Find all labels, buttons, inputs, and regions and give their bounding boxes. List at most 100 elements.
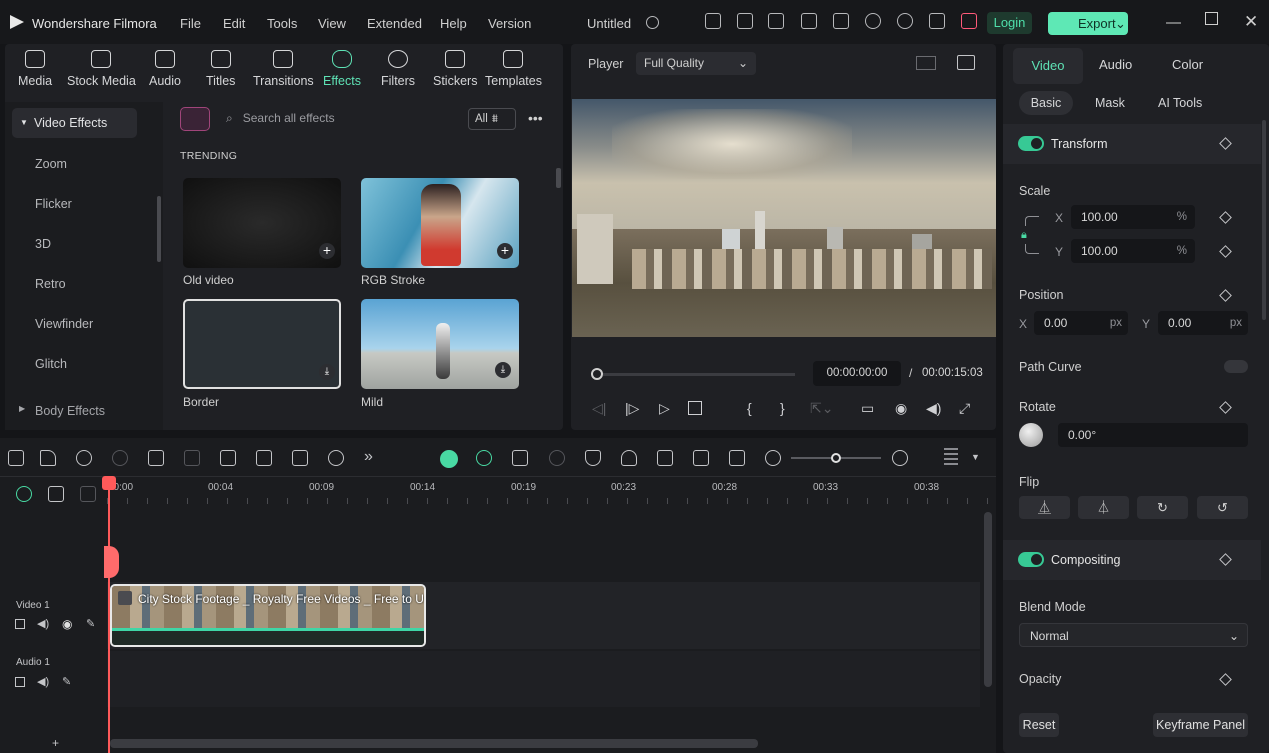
camera-icon[interactable]: ◉ <box>895 400 907 417</box>
export-button[interactable]: Export ⌄ <box>1048 12 1128 35</box>
effect-rgb-stroke[interactable]: + <box>361 178 519 268</box>
shape-icon[interactable] <box>292 450 308 466</box>
login-button[interactable]: Login <box>987 12 1032 34</box>
track-lock-icon[interactable] <box>15 619 25 629</box>
scale-x-field[interactable]: 100.00% <box>1071 205 1195 229</box>
effect-border[interactable]: ⤓ <box>183 299 341 389</box>
category-video-effects[interactable]: ▼ Video Effects <box>12 108 137 138</box>
video-clip[interactable]: City Stock Footage _ Royalty Free Videos… <box>110 584 426 647</box>
apps-icon[interactable] <box>929 13 945 29</box>
transform-toggle[interactable] <box>1018 136 1044 151</box>
keyframe-diamond-icon[interactable] <box>1219 245 1232 258</box>
layout-grid-icon[interactable] <box>8 450 24 466</box>
track-effect-icon[interactable]: ✎ <box>62 675 71 688</box>
keyframe-diamond-icon[interactable] <box>1219 211 1232 224</box>
zoom-out-icon[interactable] <box>765 450 781 466</box>
text-icon[interactable] <box>256 450 272 466</box>
keyframe-diamond-icon[interactable] <box>1219 401 1232 414</box>
play-icon[interactable]: ▷ <box>659 400 670 417</box>
tab-media[interactable]: Media <box>18 50 52 88</box>
mark-in-icon[interactable]: { <box>747 400 752 416</box>
tab-templates[interactable]: Templates <box>485 50 542 88</box>
zoom-in-icon[interactable] <box>892 450 908 466</box>
send-icon[interactable] <box>737 13 753 29</box>
keyframe-diamond-icon[interactable] <box>1219 289 1232 302</box>
menu-help[interactable]: Help <box>440 16 467 31</box>
quality-dropdown[interactable]: Full Quality ⌄ <box>636 52 756 75</box>
subtab-ai-tools[interactable]: AI Tools <box>1158 96 1202 110</box>
download-icon[interactable]: ⤓ <box>319 364 335 380</box>
tab-titles[interactable]: Titles <box>206 50 235 88</box>
snapshot-icon[interactable] <box>957 55 975 70</box>
rotate-clockwise-button[interactable]: ↻ <box>1137 496 1188 519</box>
save-icon[interactable] <box>833 13 849 29</box>
subtab-basic[interactable]: Basic <box>1019 91 1073 115</box>
track-volume-icon[interactable]: ◀) <box>37 675 49 688</box>
flip-horizontal-button[interactable]: ⏅ <box>1019 496 1070 519</box>
tab-effects[interactable]: Effects <box>323 50 361 88</box>
preview-video[interactable] <box>572 99 996 337</box>
undo-icon[interactable] <box>76 450 92 466</box>
download-icon[interactable]: ⤓ <box>495 362 511 378</box>
keyframe-diamond-icon[interactable] <box>1219 673 1232 686</box>
tab-stickers[interactable]: Stickers <box>433 50 477 88</box>
step-forward-icon[interactable]: |▷ <box>625 400 639 417</box>
compositing-toggle[interactable] <box>1018 552 1044 567</box>
category-flicker[interactable]: Flicker <box>35 197 72 211</box>
color-match-icon[interactable] <box>328 450 344 466</box>
insert-icon[interactable]: ⇱⌄ <box>810 400 833 417</box>
inspector-scrollbar[interactable] <box>1262 120 1266 320</box>
minimize-icon[interactable]: — <box>1166 14 1181 31</box>
menu-view[interactable]: View <box>318 16 346 31</box>
audio-track-lane[interactable] <box>107 651 980 707</box>
caret-down-icon[interactable]: ▼ <box>971 452 980 462</box>
timeline-ruler[interactable]: 00:00 00:04 00:09 00:14 00:19 00:23 00:2… <box>107 478 996 508</box>
playhead[interactable] <box>108 480 110 753</box>
close-icon[interactable]: ✕ <box>1244 12 1258 32</box>
track-volume-icon[interactable]: ◀) <box>37 617 49 630</box>
cart-icon[interactable] <box>961 13 977 29</box>
category-viewfinder[interactable]: Viewfinder <box>35 317 93 331</box>
mark-out-icon[interactable]: } <box>780 400 785 416</box>
prev-frame-icon[interactable]: ◁| <box>592 400 606 417</box>
track-effect-icon[interactable]: ✎ <box>86 617 95 630</box>
speed-icon[interactable] <box>693 450 709 466</box>
reset-button[interactable]: Reset <box>1019 713 1059 737</box>
category-glitch[interactable]: Glitch <box>35 357 67 371</box>
menu-version[interactable]: Version <box>488 16 531 31</box>
crop-icon[interactable] <box>220 450 236 466</box>
gift-icon[interactable] <box>705 13 721 29</box>
category-body-effects[interactable]: ▶ Body Effects <box>19 404 105 418</box>
more-tools-icon[interactable]: » <box>364 448 373 466</box>
tab-video[interactable]: Video <box>1013 48 1083 84</box>
subtab-mask[interactable]: Mask <box>1095 96 1125 110</box>
menu-file[interactable]: File <box>180 16 201 31</box>
tab-stock-media[interactable]: Stock Media <box>67 50 136 88</box>
render-preview-icon[interactable] <box>549 450 565 466</box>
add-track-icon[interactable] <box>48 486 64 502</box>
keyframe-panel-button[interactable]: Keyframe Panel <box>1153 713 1248 737</box>
lock-icon[interactable]: 🔒︎ <box>1021 229 1027 242</box>
scrubber-handle[interactable] <box>591 368 603 380</box>
grid-view-icon[interactable] <box>916 56 936 70</box>
menu-edit[interactable]: Edit <box>223 16 245 31</box>
rotate-dial[interactable] <box>1019 423 1043 447</box>
delete-icon[interactable] <box>148 450 164 466</box>
tab-filters[interactable]: Filters <box>381 50 415 88</box>
more-options-icon[interactable]: ••• <box>528 110 543 126</box>
auto-enhance-icon[interactable] <box>512 450 528 466</box>
filter-dropdown[interactable]: All ⩩ <box>468 108 516 130</box>
volume-icon[interactable]: ◀) <box>926 400 941 417</box>
effects-scrollbar[interactable] <box>556 168 561 188</box>
playhead-marker[interactable] <box>104 546 119 578</box>
tab-audio-inspector[interactable]: Audio <box>1099 57 1132 72</box>
keyframe-diamond-icon[interactable] <box>1219 137 1232 150</box>
microphone-icon[interactable] <box>621 450 637 466</box>
store-icon[interactable] <box>180 107 210 131</box>
track-settings-icon[interactable] <box>944 448 958 468</box>
cloud-icon[interactable] <box>865 13 881 29</box>
add-icon[interactable]: + <box>319 243 335 259</box>
fit-icon[interactable] <box>729 450 745 466</box>
timeline-horizontal-scrollbar[interactable] <box>110 739 758 748</box>
category-scrollbar[interactable] <box>157 196 161 262</box>
